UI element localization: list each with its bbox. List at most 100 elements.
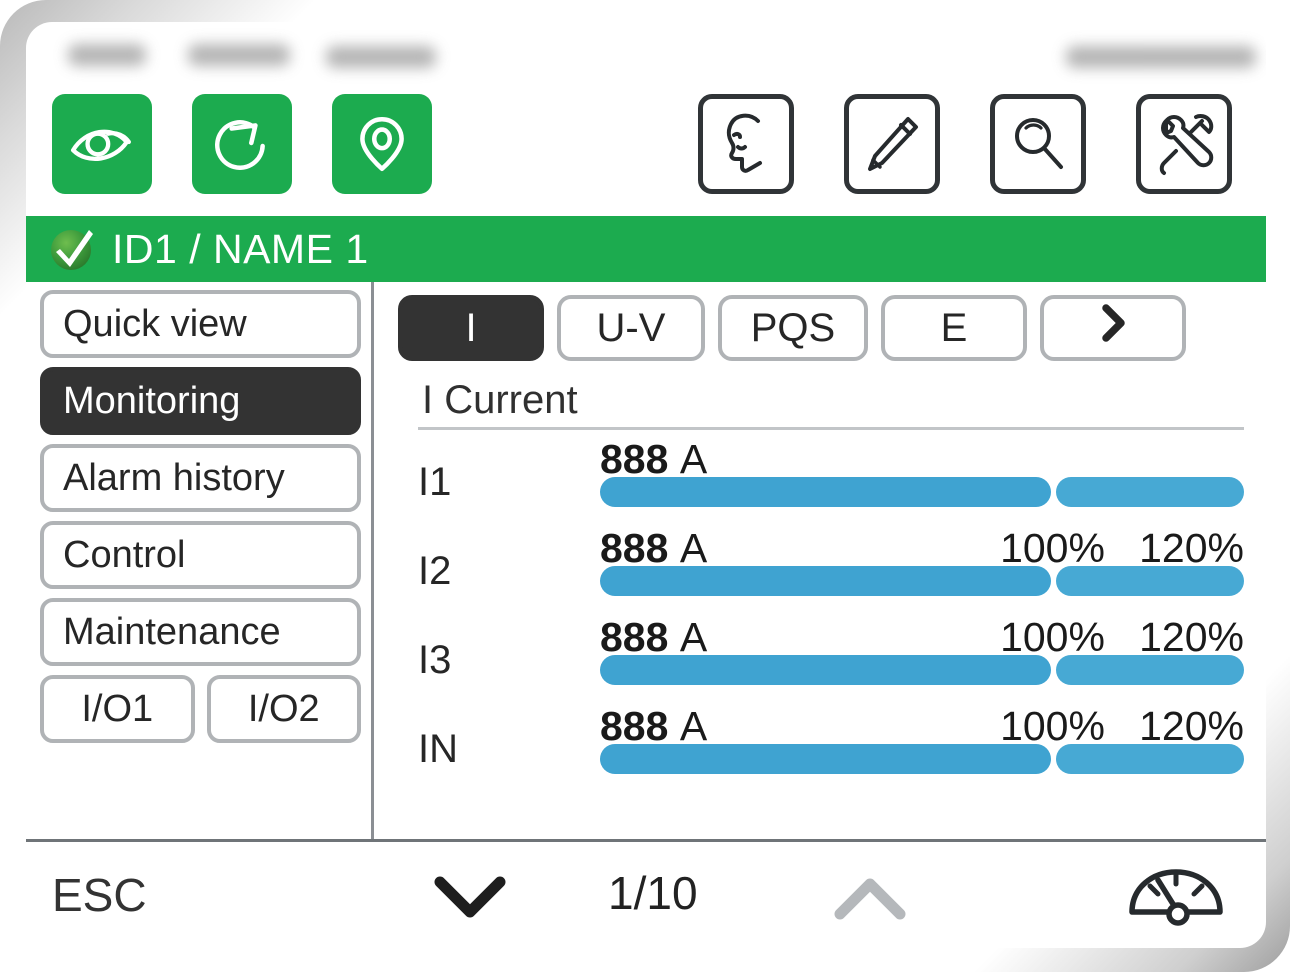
row-bar: [600, 744, 1244, 774]
eye-icon-button[interactable]: [52, 94, 152, 194]
measurement-row: I1 888 A: [418, 430, 1244, 519]
scroll-down-button[interactable]: [426, 868, 514, 924]
row-value-unit: A: [679, 614, 708, 660]
tab-i[interactable]: I: [398, 295, 544, 361]
scale-label-120: 120%: [1139, 525, 1244, 571]
refresh-icon-button[interactable]: [192, 94, 292, 194]
sidebar-item-io1[interactable]: I/O1: [40, 675, 195, 743]
tab-label: PQS: [750, 305, 836, 350]
row-bar-primary: [600, 744, 1051, 774]
gauge-icon: [1128, 866, 1224, 928]
measurement-row: I2 888 A 100% 120%: [418, 519, 1244, 608]
tab-next-button[interactable]: [1040, 295, 1186, 361]
sidebar-item-label: Monitoring: [63, 379, 241, 422]
tab-pqs[interactable]: PQS: [718, 295, 868, 361]
row-value-unit: A: [679, 525, 708, 571]
row-value: 888 A: [600, 614, 707, 661]
profile-head-icon: [713, 109, 779, 179]
row-value-unit: A: [679, 436, 708, 482]
sidebar-item-alarm-history[interactable]: Alarm history: [40, 444, 361, 512]
sidebar-item-io2[interactable]: I/O2: [206, 675, 361, 743]
row-bar-secondary: [1055, 744, 1244, 774]
gauge-button[interactable]: [1128, 866, 1224, 928]
sidebar-item-control[interactable]: Control: [40, 521, 361, 589]
tab-u-v[interactable]: U-V: [557, 295, 705, 361]
measurement-row: IN 888 A 100% 120%: [418, 697, 1244, 786]
row-value-number: 888: [600, 525, 669, 571]
tab-label: I: [465, 305, 477, 350]
row-value-number: 888: [600, 614, 669, 660]
scale-label-120: 120%: [1139, 703, 1244, 749]
redacted-label-2: [188, 44, 290, 66]
scale-label-100: 100%: [1000, 614, 1105, 660]
device-frame: ID1 / NAME 1 Quick view Monitoring Alarm…: [0, 0, 1290, 972]
location-pin-icon-button[interactable]: [332, 94, 432, 194]
chevron-right-icon: [1096, 301, 1130, 355]
row-bar-secondary: [1055, 477, 1244, 507]
row-bar: [600, 566, 1244, 596]
body: Quick view Monitoring Alarm history Cont…: [26, 282, 1266, 842]
sidebar-item-label: Maintenance: [63, 610, 281, 653]
row-label: I2: [418, 549, 452, 593]
sidebar-item-label: I/O2: [247, 687, 320, 730]
row-scale-labels: 100% 120%: [1000, 703, 1244, 750]
row-label: I3: [418, 638, 452, 682]
sidebar: Quick view Monitoring Alarm history Cont…: [26, 282, 374, 842]
tab-label: E: [940, 305, 968, 350]
row-value: 888 A: [600, 436, 707, 483]
row-label: I1: [418, 460, 452, 504]
magnifier-icon: [1005, 109, 1071, 179]
sidebar-item-monitoring[interactable]: Monitoring: [40, 367, 361, 435]
tools-icon-button[interactable]: [1136, 94, 1232, 194]
tab-e[interactable]: E: [881, 295, 1027, 361]
profile-head-icon-button[interactable]: [698, 94, 794, 194]
status-text: ID1 / NAME 1: [112, 225, 369, 272]
pencil-icon-button[interactable]: [844, 94, 940, 194]
scale-label-100: 100%: [1000, 703, 1105, 749]
sidebar-item-label: I/O1: [81, 687, 154, 730]
footer-bar: ESC 1/10: [26, 839, 1266, 948]
row-value-unit: A: [679, 703, 708, 749]
row-value-number: 888: [600, 703, 669, 749]
tools-icon: [1151, 109, 1217, 179]
section-title: I Current: [422, 378, 578, 422]
row-bar-secondary: [1055, 655, 1244, 685]
chevron-down-icon: [426, 868, 514, 924]
pencil-icon: [859, 109, 925, 179]
refresh-icon: [209, 111, 275, 177]
check-circle-icon: [48, 225, 96, 273]
esc-button[interactable]: ESC: [52, 868, 147, 922]
row-scale-labels: 100% 120%: [1000, 525, 1244, 572]
content-panel: I U-V PQS E I Current I1 888 A I2 888 A …: [374, 282, 1266, 842]
icon-toolbar: [26, 84, 1266, 216]
row-value-number: 888: [600, 436, 669, 482]
tab-label: U-V: [596, 305, 666, 350]
row-bar-primary: [600, 477, 1051, 507]
redacted-label-3: [326, 46, 436, 68]
screen: ID1 / NAME 1 Quick view Monitoring Alarm…: [26, 22, 1266, 948]
row-scale-labels: 100% 120%: [1000, 614, 1244, 661]
status-bar: ID1 / NAME 1: [26, 216, 1266, 282]
tab-bar: I U-V PQS E: [398, 292, 1244, 364]
row-bar: [600, 655, 1244, 685]
row-bar-secondary: [1055, 566, 1244, 596]
sidebar-item-quick-view[interactable]: Quick view: [40, 290, 361, 358]
redacted-label-right: [1066, 46, 1256, 68]
scale-label-120: 120%: [1139, 614, 1244, 660]
page-indicator: 1/10: [608, 867, 698, 919]
row-label: IN: [418, 727, 458, 771]
chevron-up-icon: [826, 872, 914, 928]
scroll-up-button[interactable]: [826, 872, 914, 928]
sidebar-item-label: Control: [63, 533, 186, 576]
sidebar-item-label: Alarm history: [63, 456, 285, 499]
row-value: 888 A: [600, 525, 707, 572]
measurement-row: I3 888 A 100% 120%: [418, 608, 1244, 697]
scale-label-100: 100%: [1000, 525, 1105, 571]
sidebar-io-row: I/O1 I/O2: [40, 675, 361, 743]
redacted-header-strip: [26, 22, 1266, 84]
location-pin-icon: [349, 111, 415, 177]
sidebar-item-maintenance[interactable]: Maintenance: [40, 598, 361, 666]
magnifier-icon-button[interactable]: [990, 94, 1086, 194]
measurement-list: I1 888 A I2 888 A 100% 120% I3 888 A 100…: [418, 430, 1244, 786]
eye-icon: [69, 111, 135, 177]
